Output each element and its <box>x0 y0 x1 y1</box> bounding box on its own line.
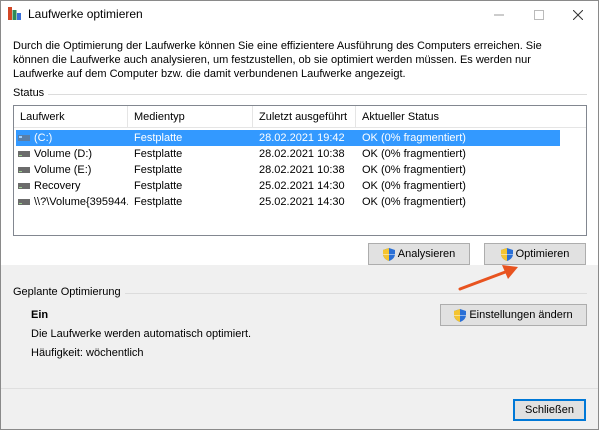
drive-media-type: Festplatte <box>134 196 183 208</box>
drive-row[interactable]: \\?\Volume{395944... Festplatte 25.02.20… <box>16 194 560 210</box>
column-header-drive[interactable]: Laufwerk <box>14 106 128 128</box>
drive-status: OK (0% fragmentiert) <box>362 164 466 176</box>
drive-name: Volume (E:) <box>34 164 92 176</box>
drive-row[interactable]: Recovery Festplatte 25.02.2021 14:30 OK … <box>16 178 560 194</box>
hard-drive-icon <box>18 167 30 173</box>
status-divider <box>13 94 587 95</box>
optimize-label: Optimieren <box>515 248 570 260</box>
drive-status: OK (0% fragmentiert) <box>362 196 466 208</box>
list-header: Laufwerk Medientyp Zuletzt ausgeführt Ak… <box>14 106 586 128</box>
drive-media-type: Festplatte <box>134 132 183 144</box>
change-settings-button[interactable]: Einstellungen ändern <box>440 304 587 326</box>
analyze-button[interactable]: Analysieren <box>368 243 470 265</box>
drive-name: Recovery <box>34 180 81 192</box>
scheduled-section-label: Geplante Optimierung <box>13 286 125 298</box>
drive-media-type: Festplatte <box>134 164 183 176</box>
status-panel: Durch die Optimierung der Laufwerke könn… <box>1 28 598 265</box>
maximize-icon <box>534 9 544 20</box>
drive-last-run: 25.02.2021 14:30 <box>259 196 345 208</box>
drive-name: Volume (D:) <box>34 148 93 160</box>
maximize-button[interactable] <box>519 1 559 28</box>
drive-status: OK (0% fragmentiert) <box>362 132 466 144</box>
change-settings-label: Einstellungen ändern <box>469 309 573 321</box>
status-section-label: Status <box>13 87 49 99</box>
uac-shield-icon <box>382 247 395 261</box>
column-header-last-run[interactable]: Zuletzt ausgeführt <box>253 106 356 128</box>
hard-drive-icon <box>18 151 30 157</box>
description-text: Durch die Optimierung der Laufwerke könn… <box>13 40 542 80</box>
drive-name: (C:) <box>34 132 53 144</box>
optimize-drives-window: Laufwerke optimieren Durch die Optimieru… <box>0 0 599 430</box>
hard-drive-icon <box>18 199 30 205</box>
defrag-app-icon <box>8 7 21 20</box>
drive-row[interactable]: Volume (E:) Festplatte 28.02.2021 10:38 … <box>16 162 560 178</box>
window-title: Laufwerke optimieren <box>28 7 143 21</box>
minimize-button[interactable] <box>479 1 519 28</box>
drive-last-run: 28.02.2021 10:38 <box>259 148 345 160</box>
drive-media-type: Festplatte <box>134 180 183 192</box>
drive-status: OK (0% fragmentiert) <box>362 180 466 192</box>
hard-drive-icon <box>18 183 30 189</box>
column-header-status[interactable]: Aktueller Status <box>356 106 506 128</box>
drive-last-run: 28.02.2021 19:42 <box>259 132 345 144</box>
annotation-arrow-icon <box>458 265 518 291</box>
close-icon <box>573 9 583 20</box>
title-bar: Laufwerke optimieren <box>1 1 598 28</box>
windows-drive-icon <box>18 135 30 141</box>
drive-row[interactable]: (C:) Festplatte 28.02.2021 19:42 OK (0% … <box>16 130 560 146</box>
drive-media-type: Festplatte <box>134 148 183 160</box>
analyze-label: Analysieren <box>397 248 456 260</box>
drive-row[interactable]: Volume (D:) Festplatte 28.02.2021 10:38 … <box>16 146 560 162</box>
drives-list[interactable]: Laufwerk Medientyp Zuletzt ausgeführt Ak… <box>13 105 587 236</box>
schedule-state: Ein <box>31 309 49 321</box>
drive-last-run: 28.02.2021 10:38 <box>259 164 345 176</box>
close-window-button[interactable] <box>558 1 598 28</box>
schedule-info: Die Laufwerke werden automatisch optimie… <box>31 328 252 340</box>
drive-last-run: 25.02.2021 14:30 <box>259 180 345 192</box>
drive-status: OK (0% fragmentiert) <box>362 148 466 160</box>
uac-shield-icon <box>454 308 467 322</box>
dialog-footer: Schließen <box>1 388 598 429</box>
minimize-icon <box>494 14 504 15</box>
close-button[interactable]: Schließen <box>513 399 586 421</box>
column-header-media-type[interactable]: Medientyp <box>128 106 253 128</box>
close-label: Schließen <box>525 404 574 416</box>
drive-name: \\?\Volume{395944... <box>34 196 128 208</box>
schedule-frequency: Häufigkeit: wöchentlich <box>31 347 144 359</box>
